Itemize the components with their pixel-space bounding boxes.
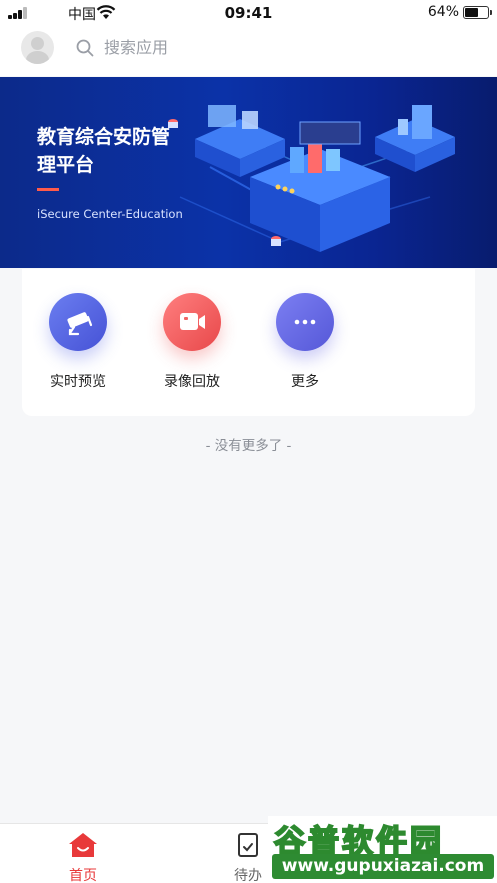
battery-icon <box>463 6 492 19</box>
apps-card: 实时预览 录像回放 更多 <box>22 269 475 416</box>
list-end-text: - 没有更多了 - <box>205 438 292 454</box>
status-bar: 中国 09:41 64% <box>0 0 497 26</box>
tab-label: 首页 <box>69 868 97 883</box>
banner-isometric-illustration <box>168 105 455 252</box>
status-time: 09:41 <box>224 4 273 22</box>
app-label: 录像回放 <box>164 374 220 390</box>
app-live-preview[interactable]: 实时预览 <box>33 293 123 391</box>
todo-icon <box>238 833 258 857</box>
banner-accent-line <box>37 188 59 191</box>
search-input[interactable]: 搜索应用 <box>104 35 168 61</box>
app-label: 实时预览 <box>50 374 106 390</box>
more-icon <box>276 293 334 351</box>
search-icon <box>76 39 94 57</box>
camera-icon <box>49 293 107 351</box>
app-more[interactable]: 更多 <box>260 293 350 391</box>
app-video-playback[interactable]: 录像回放 <box>147 293 237 391</box>
avatar[interactable] <box>21 31 54 64</box>
video-icon <box>163 293 221 351</box>
search-bar[interactable]: 搜索应用 <box>72 35 272 61</box>
tab-home[interactable]: 首页 <box>23 824 143 883</box>
battery-percent: 64% <box>427 4 459 20</box>
banner[interactable]: 教育综合安防管理平台 iSecure Center-Education <box>0 77 497 268</box>
watermark: 谷普软件园 www.gupuxiazai.com <box>268 816 497 883</box>
watermark-url: www.gupuxiazai.com <box>272 854 494 879</box>
app-label: 更多 <box>291 374 319 390</box>
home-icon <box>69 833 97 857</box>
top-bar: 搜索应用 <box>0 26 497 76</box>
